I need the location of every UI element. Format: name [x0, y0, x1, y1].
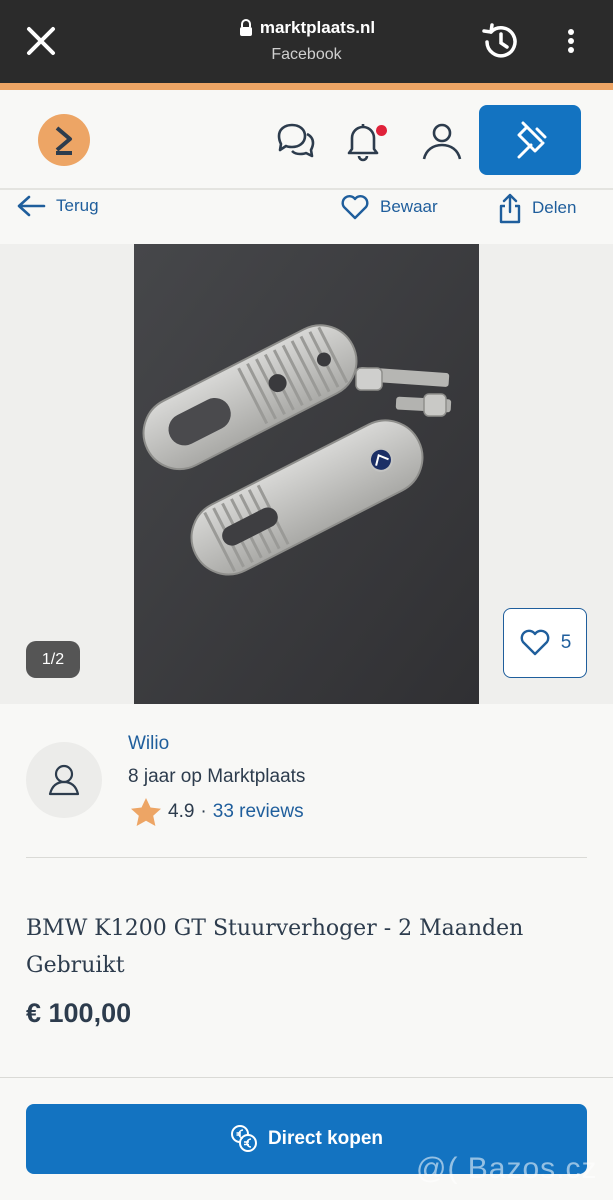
- arrow-left-icon: [17, 195, 46, 217]
- save-label: Bewaar: [380, 197, 438, 216]
- avatar[interactable]: [26, 742, 102, 818]
- heart-icon: [341, 195, 369, 220]
- logo-icon: [55, 126, 72, 155]
- image-counter: 1/2: [26, 641, 80, 678]
- back-label: Terug: [56, 196, 99, 215]
- listing-price: € 100,00: [26, 998, 132, 1028]
- reviews-link[interactable]: 33 reviews: [213, 801, 304, 823]
- user-icon: [48, 764, 80, 796]
- listing-actions: Terug Bewaar Delen: [0, 190, 613, 244]
- browser-toolbar: marktplaats.nl Facebook: [0, 0, 613, 83]
- product-image: [134, 244, 479, 704]
- place-ad-button[interactable]: [479, 105, 581, 175]
- seller-membership: 8 jaar op Marktplaats: [128, 766, 306, 787]
- rating-value: 4.9: [168, 801, 195, 822]
- seller-name[interactable]: Wilio: [128, 733, 169, 755]
- url-domain: marktplaats.nl: [259, 18, 376, 37]
- share-button[interactable]: Delen: [498, 192, 576, 224]
- star-icon: [131, 798, 161, 826]
- user-icon[interactable]: [420, 118, 464, 162]
- watermark: @( Bazos.cz: [416, 1152, 598, 1185]
- marktplaats-logo[interactable]: [38, 114, 90, 166]
- euro-coins-icon: [230, 1125, 257, 1152]
- chat-icon[interactable]: [273, 118, 317, 162]
- share-icon: [499, 193, 521, 224]
- listing-title: BMW K1200 GT Stuurverhoger - 2 Maanden G…: [26, 916, 524, 978]
- seller-rating: 4.9 · 33 reviews: [130, 797, 304, 827]
- history-icon[interactable]: [479, 20, 523, 64]
- notification-dot: [376, 125, 387, 136]
- heart-icon: [520, 629, 550, 656]
- accent-strip: [0, 83, 613, 90]
- favorite-count: 5: [560, 632, 572, 653]
- pin-icon: [517, 121, 547, 159]
- more-menu-icon[interactable]: [556, 26, 586, 56]
- favorite-button[interactable]: 5: [503, 608, 587, 678]
- image-gallery[interactable]: 1/2 5: [0, 244, 613, 704]
- save-button[interactable]: Bewaar: [340, 193, 438, 221]
- divider: [26, 857, 587, 858]
- lock-icon: [239, 19, 252, 36]
- seller-info: Wilio 8 jaar op Marktplaats 4.9 · 33 rev…: [0, 704, 613, 859]
- back-button[interactable]: Terug: [16, 194, 99, 218]
- share-label: Delen: [532, 198, 577, 217]
- product-photo[interactable]: [134, 244, 479, 704]
- direct-buy-label: Direct kopen: [267, 1128, 384, 1149]
- rating-separator: ·: [200, 801, 207, 822]
